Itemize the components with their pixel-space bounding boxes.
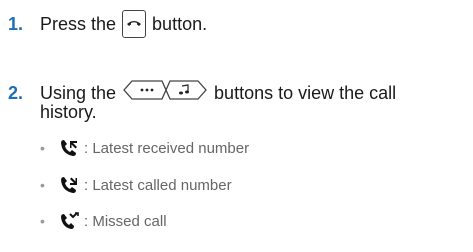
received-call-icon	[58, 138, 80, 158]
history-item-received: • : Latest received number	[40, 138, 249, 158]
dialed-call-icon	[58, 175, 80, 195]
step-text-after: buttons to view the call	[214, 82, 397, 103]
history-item-missed: • : Missed call	[40, 211, 167, 231]
step-text-before: Press the	[40, 14, 117, 34]
step-number: 2.	[8, 82, 24, 103]
nav-keys	[122, 79, 208, 106]
item-label: Latest called number	[92, 176, 232, 194]
call-end-key-icon	[122, 10, 147, 38]
item-separator: :	[84, 139, 89, 157]
step-1: 1. Press the button.	[8, 10, 207, 38]
bullet-dot: •	[40, 213, 45, 229]
step-number: 1.	[8, 14, 24, 34]
item-label: Missed call	[92, 212, 167, 230]
nav-left-key-icon	[123, 80, 167, 100]
item-label: Latest received number	[92, 139, 250, 157]
item-separator: :	[84, 176, 89, 194]
nav-right-key-icon	[165, 80, 207, 100]
bullet-dot: •	[40, 140, 45, 156]
step-2-continuation: history.	[40, 102, 97, 122]
history-item-dialed: • : Latest called number	[40, 175, 232, 195]
item-separator: :	[84, 212, 89, 230]
step-text-after: button.	[152, 14, 208, 34]
bullet-dot: •	[40, 177, 45, 193]
missed-call-icon	[58, 211, 80, 231]
